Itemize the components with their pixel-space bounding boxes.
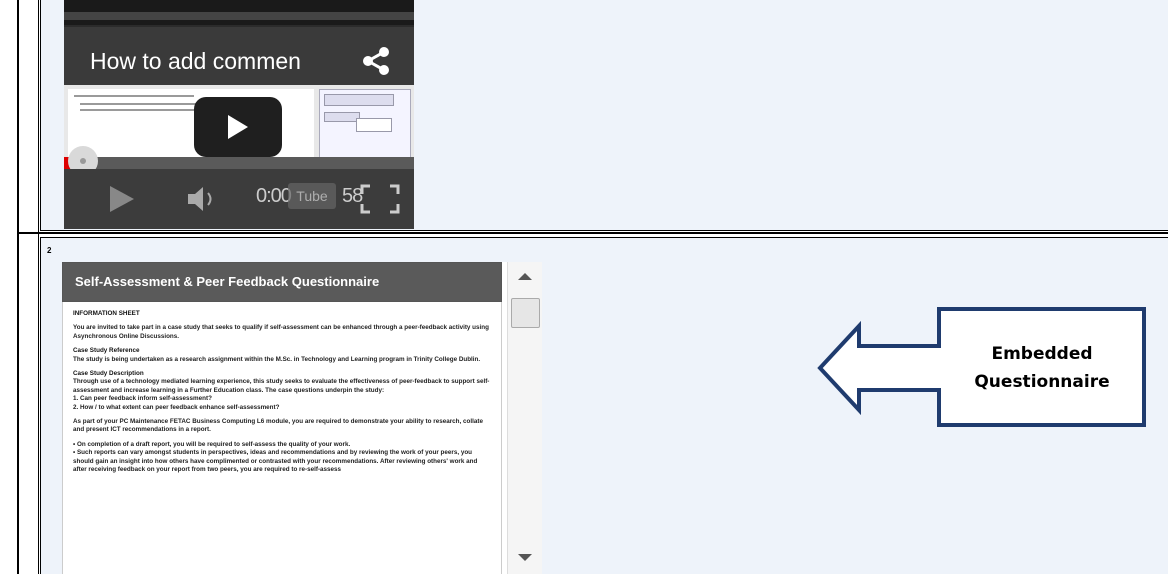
reference-text: The study is being undertaken as a resea… xyxy=(73,355,481,363)
questionnaire-scrollbar[interactable] xyxy=(507,262,542,574)
large-play-button[interactable] xyxy=(194,97,282,157)
question-2: 2. How / to what extent can peer feedbac… xyxy=(73,403,280,411)
description-text: Through use of a technology mediated lea… xyxy=(73,378,490,394)
row-divider xyxy=(17,232,1168,234)
scroll-down-icon[interactable] xyxy=(518,554,532,561)
module-text: As part of your PC Maintenance FETAC Bus… xyxy=(73,418,483,434)
bullet-1: • On completion of a draft report, you w… xyxy=(73,440,351,448)
info-heading: INFORMATION SHEET xyxy=(73,310,140,317)
questionnaire-header: Self-Assessment & Peer Feedback Question… xyxy=(62,262,502,302)
video-player[interactable]: How to add commen 0:00 Tube 58 xyxy=(64,0,414,229)
question-1: 1. Can peer feedback inform self-assessm… xyxy=(73,395,212,403)
video-time: 0:00 xyxy=(256,185,292,207)
row-number: 2 xyxy=(47,246,52,255)
fullscreen-icon[interactable] xyxy=(360,184,400,214)
share-icon[interactable] xyxy=(360,46,392,76)
embedded-questionnaire-frame[interactable]: Self-Assessment & Peer Feedback Question… xyxy=(62,262,542,574)
play-icon xyxy=(228,115,248,139)
video-progress-bar[interactable] xyxy=(64,157,414,169)
description-heading: Case Study Description xyxy=(73,370,144,378)
table-column-divider xyxy=(38,0,39,574)
scroll-up-icon[interactable] xyxy=(518,273,532,280)
scrollbar-thumb[interactable] xyxy=(511,298,540,328)
play-icon[interactable] xyxy=(108,186,134,212)
questionnaire-body: INFORMATION SHEET You are invited to tak… xyxy=(62,302,502,574)
callout-label: Embedded Questionnaire xyxy=(940,340,1144,396)
questionnaire-title: Self-Assessment & Peer Feedback Question… xyxy=(75,274,380,289)
callout-line-1: Embedded xyxy=(991,344,1093,364)
video-top-strip xyxy=(64,0,414,25)
youtube-logo[interactable]: Tube xyxy=(288,183,336,209)
video-controls: 0:00 Tube 58 xyxy=(64,169,414,229)
bullet-2: • Such reports can vary amongst students… xyxy=(73,449,478,474)
outer-border-left xyxy=(17,0,19,574)
volume-icon[interactable] xyxy=(188,186,228,212)
video-comment-pane xyxy=(319,89,411,159)
intro-text: You are invited to take part in a case s… xyxy=(73,324,489,340)
callout-line-2: Questionnaire xyxy=(974,372,1110,392)
video-title[interactable]: How to add commen xyxy=(90,48,360,75)
reference-heading: Case Study Reference xyxy=(73,347,140,355)
